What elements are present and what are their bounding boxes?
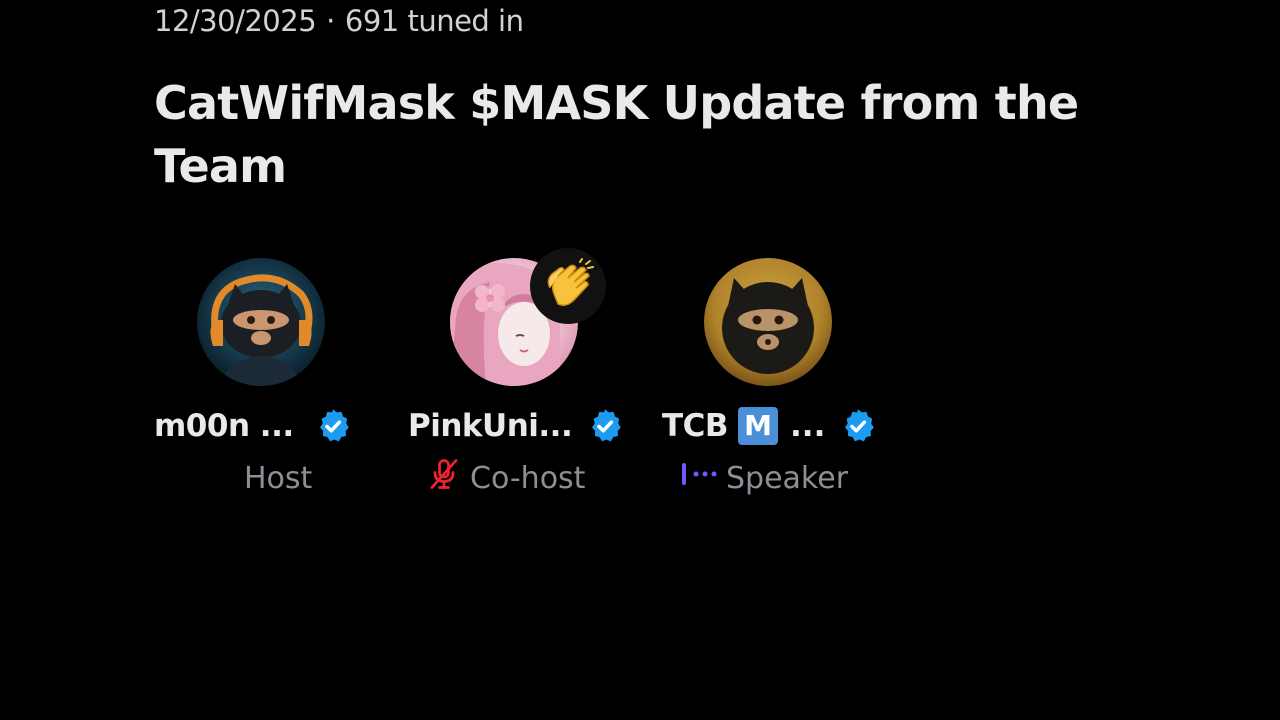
- verified-badge-icon: [314, 407, 352, 445]
- verified-badge-icon: [839, 407, 877, 445]
- space-date: 12/30/2025: [154, 4, 317, 38]
- avatar-wrap[interactable]: [450, 248, 606, 386]
- participants-list: m00n ... Host PinkUni... Co-host TCB M .…: [154, 248, 914, 508]
- role-label: Host: [244, 460, 313, 496]
- participant-name-row[interactable]: m00n ...: [154, 404, 352, 448]
- avatar[interactable]: [197, 258, 325, 386]
- meta-separator: ·: [326, 4, 335, 38]
- participant-role: Speaker: [680, 458, 848, 498]
- listener-count: 691 tuned in: [344, 4, 524, 38]
- participant-speaker[interactable]: TCB M ... Speaker: [662, 258, 912, 498]
- clapping-hands-icon: [530, 248, 606, 324]
- name-ellipsis: ...: [790, 408, 826, 444]
- avatar[interactable]: [704, 258, 832, 386]
- space-card: 12/30/2025 · 691 tuned in CatWifMask $MASK…: [0, 0, 1280, 720]
- participant-name[interactable]: m00n ...: [154, 408, 294, 444]
- mic-muted-icon: [426, 456, 462, 500]
- m-letter-badge: M: [738, 407, 779, 445]
- role-label: Co-host: [470, 460, 586, 496]
- avatar-wrap[interactable]: [197, 258, 325, 386]
- participant-name-row[interactable]: PinkUni...: [408, 404, 624, 448]
- participant-host[interactable]: m00n ... Host: [154, 258, 404, 498]
- participant-cohost[interactable]: PinkUni... Co-host: [408, 248, 658, 498]
- avatar-wrap[interactable]: [704, 258, 832, 386]
- participant-role: Host: [244, 458, 312, 498]
- space-meta: 12/30/2025 · 691 tuned in: [154, 4, 524, 38]
- participant-name[interactable]: PinkUni...: [408, 408, 573, 444]
- masked-cat-gold-avatar: [704, 258, 832, 386]
- participant-role: Co-host: [426, 458, 585, 498]
- verified-badge-icon: [586, 407, 624, 445]
- space-title: CatWifMask $MASK Update from the Team: [154, 76, 1079, 193]
- participant-name-row[interactable]: TCB M ...: [662, 404, 877, 448]
- speaking-wave-icon: [680, 459, 718, 497]
- masked-cat-headphones-avatar: [197, 258, 325, 386]
- role-label: Speaker: [726, 460, 849, 496]
- participant-name[interactable]: TCB: [662, 408, 729, 444]
